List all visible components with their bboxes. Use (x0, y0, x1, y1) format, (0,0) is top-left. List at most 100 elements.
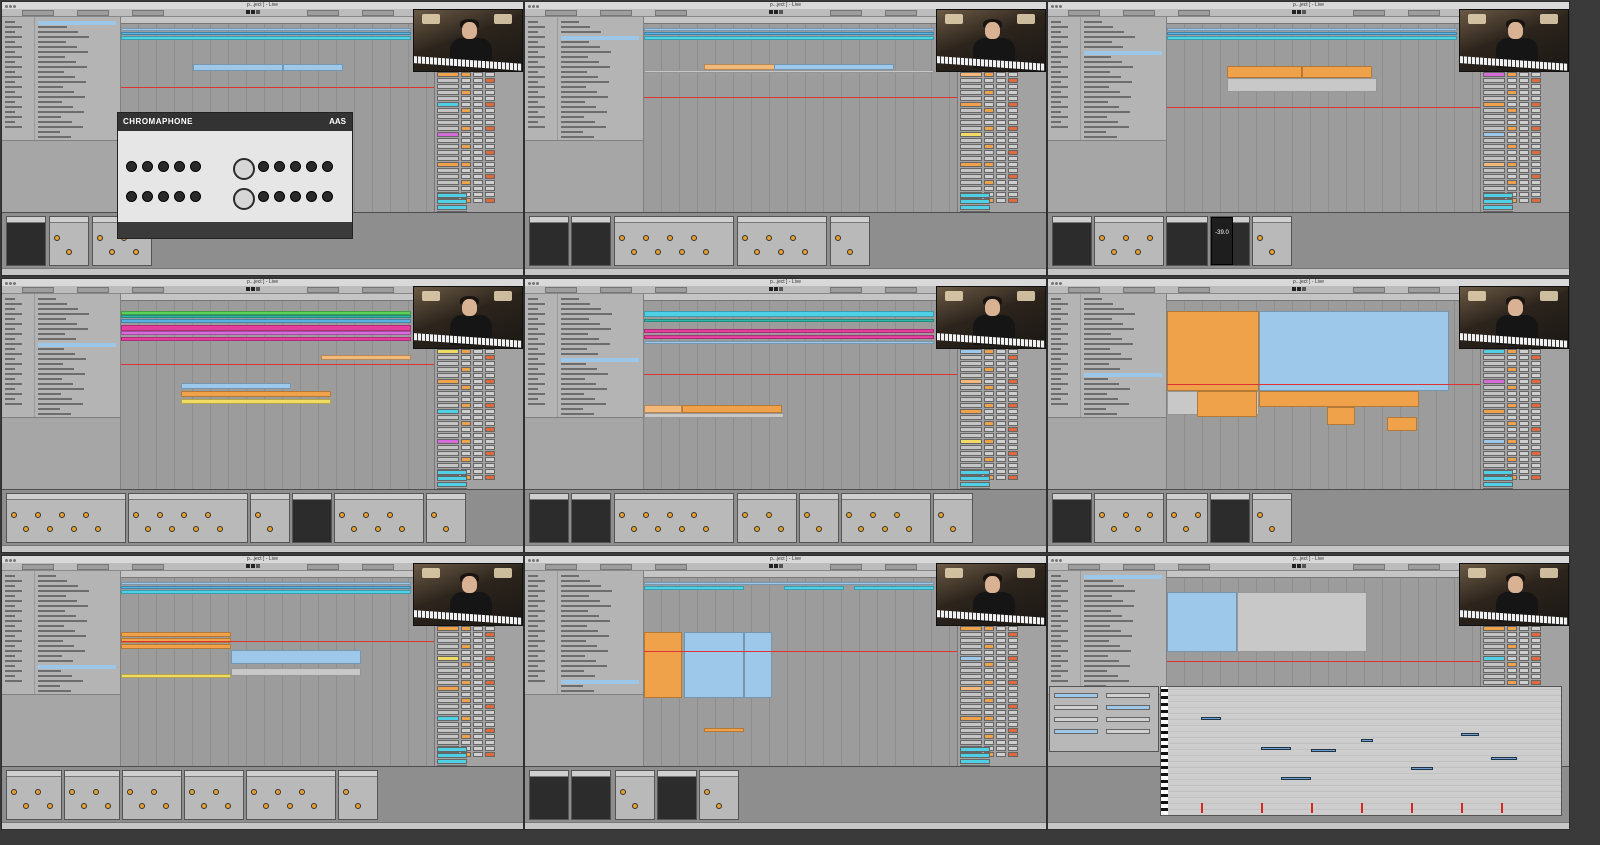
solo-button[interactable] (996, 120, 1006, 125)
arm-button[interactable] (1008, 716, 1018, 721)
clip-slot[interactable] (437, 427, 459, 432)
browser-item[interactable] (561, 585, 601, 587)
knob-icon[interactable] (691, 235, 697, 241)
knob-icon[interactable] (703, 526, 709, 532)
arm-button[interactable] (1008, 722, 1018, 727)
knob-icon[interactable] (846, 512, 852, 518)
piano-keys[interactable] (1161, 687, 1168, 815)
solo-button[interactable] (996, 132, 1006, 137)
browser-item[interactable] (1084, 615, 1122, 617)
arm-button[interactable] (1008, 686, 1018, 691)
timeline-ruler[interactable] (644, 17, 958, 24)
track-activator[interactable] (984, 451, 994, 456)
device-4[interactable] (1210, 493, 1250, 543)
solo-button[interactable] (996, 391, 1006, 396)
browser-sidebar-item[interactable] (1051, 378, 1061, 380)
track-activator[interactable] (461, 710, 471, 715)
arm-button[interactable] (1531, 361, 1541, 366)
solo-button[interactable] (473, 722, 483, 727)
device-header[interactable] (7, 217, 45, 223)
clip-slot[interactable] (960, 680, 982, 685)
arm-button[interactable] (1531, 180, 1541, 185)
device-1[interactable] (529, 493, 569, 543)
solo-button[interactable] (1519, 662, 1529, 667)
track-activator[interactable] (984, 90, 994, 95)
track-activator[interactable] (984, 391, 994, 396)
midi-clip[interactable] (1227, 66, 1302, 78)
midi-note[interactable] (1201, 717, 1221, 720)
browser-sidebar-item[interactable] (5, 31, 15, 33)
device-1[interactable] (1052, 216, 1092, 266)
browser-sidebar-item[interactable] (5, 615, 15, 617)
browser-sidebar-item[interactable] (528, 650, 545, 652)
solo-button[interactable] (473, 463, 483, 468)
track-activator[interactable] (984, 662, 994, 667)
return-track[interactable] (1483, 476, 1513, 481)
clip-slot[interactable] (437, 391, 459, 396)
solo-button[interactable] (473, 96, 483, 101)
clip-slot[interactable] (1483, 349, 1505, 354)
browser-item[interactable] (1084, 31, 1124, 33)
arm-button[interactable] (1008, 186, 1018, 191)
track-activator[interactable] (1507, 397, 1517, 402)
clip-slot[interactable] (1483, 355, 1505, 360)
control-bar-field[interactable] (1408, 287, 1440, 293)
browser-sidebar-item[interactable] (528, 41, 538, 43)
timeline-ruler[interactable] (121, 571, 435, 578)
browser-item[interactable] (561, 575, 579, 577)
browser-sidebar-item[interactable] (5, 635, 15, 637)
return-track[interactable] (960, 199, 990, 204)
device-5[interactable] (830, 216, 870, 266)
browser-sidebar-item[interactable] (1051, 71, 1061, 73)
browser-item[interactable] (561, 690, 594, 692)
return-track[interactable] (960, 759, 990, 764)
solo-button[interactable] (473, 138, 483, 143)
arm-button[interactable] (485, 427, 495, 432)
browser-item[interactable] (1084, 96, 1131, 98)
track-activator[interactable] (461, 355, 471, 360)
control-bar-field[interactable] (362, 10, 394, 16)
arm-button[interactable] (485, 379, 495, 384)
browser-item[interactable] (561, 398, 595, 400)
record-icon[interactable] (1301, 10, 1306, 14)
clip-slot[interactable] (1483, 138, 1505, 143)
solo-button[interactable] (996, 385, 1006, 390)
browser-sidebar-item[interactable] (528, 358, 538, 360)
knob-icon[interactable] (363, 512, 369, 518)
browser-item-selected[interactable] (561, 358, 639, 362)
device-header[interactable] (65, 771, 119, 777)
control-bar-field[interactable] (22, 287, 54, 293)
track-activator[interactable] (1507, 361, 1517, 366)
browser-sidebar-item[interactable] (1051, 46, 1068, 48)
velocity-marker[interactable] (1461, 803, 1463, 813)
knob-icon[interactable] (620, 789, 626, 795)
timeline-ruler[interactable] (121, 17, 435, 24)
browser-item[interactable] (561, 41, 589, 43)
track-activator[interactable] (984, 439, 994, 444)
clip-slot[interactable] (960, 415, 982, 420)
return-track[interactable] (437, 476, 467, 481)
knob-icon[interactable] (275, 789, 281, 795)
arm-button[interactable] (485, 156, 495, 161)
browser-item[interactable] (1084, 580, 1113, 582)
knob-icon[interactable] (1135, 249, 1141, 255)
clip-slot[interactable] (1483, 668, 1505, 673)
track-activator[interactable] (984, 427, 994, 432)
control-bar-field[interactable] (307, 10, 339, 16)
solo-button[interactable] (473, 650, 483, 655)
browser-sidebar-item[interactable] (1051, 338, 1061, 340)
midi-clip[interactable] (121, 315, 411, 318)
browser-item[interactable] (38, 46, 77, 48)
track-activator[interactable] (461, 734, 471, 739)
knob-icon[interactable] (205, 512, 211, 518)
control-bar-field[interactable] (1353, 287, 1385, 293)
chromaphone-plugin-window[interactable]: CHROMAPHONE AAS (117, 112, 353, 239)
arm-button[interactable] (1008, 740, 1018, 745)
plugin-knob[interactable] (142, 191, 153, 202)
record-icon[interactable] (778, 287, 783, 291)
browser-sidebar-item[interactable] (1051, 31, 1061, 33)
browser-item-selected[interactable] (1084, 51, 1162, 55)
clip-slot[interactable] (437, 144, 459, 149)
arm-button[interactable] (1531, 132, 1541, 137)
stop-icon[interactable] (250, 287, 255, 291)
